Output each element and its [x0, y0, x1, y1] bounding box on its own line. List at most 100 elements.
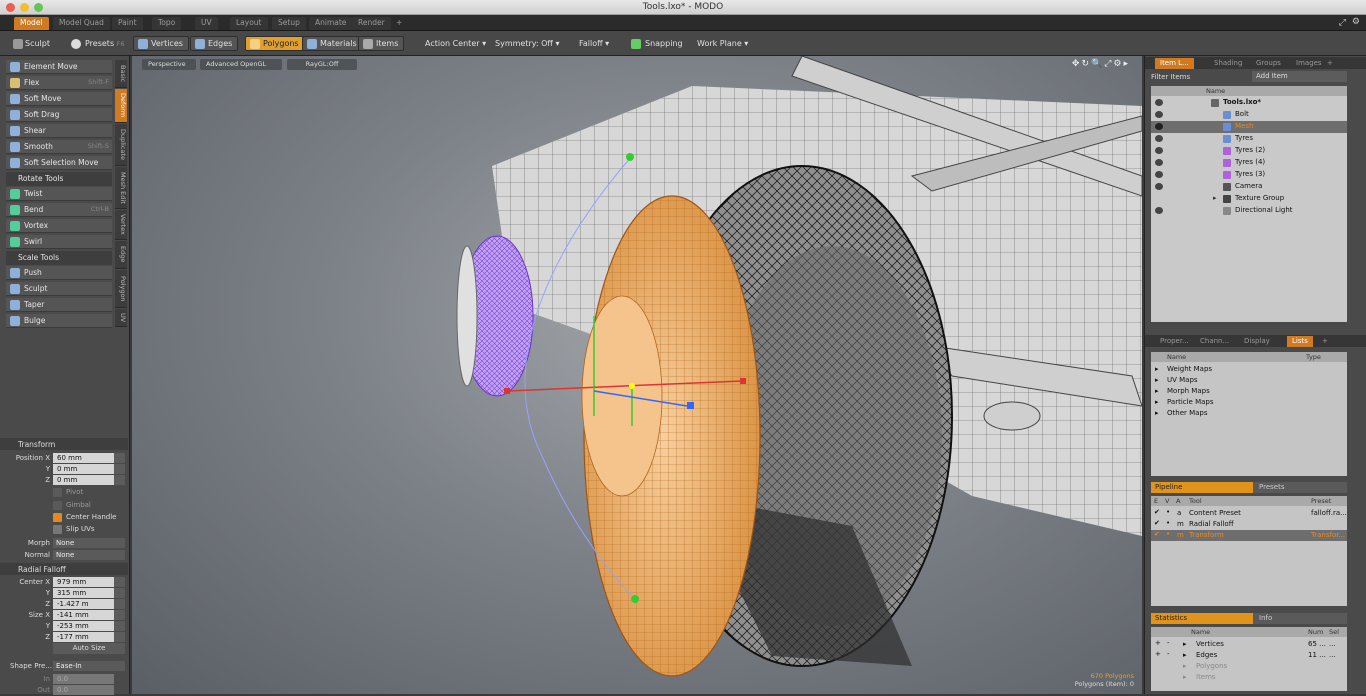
- polygons-mode-button[interactable]: Polygons: [245, 36, 305, 51]
- expand-arrow-icon[interactable]: ▸: [1183, 673, 1187, 681]
- tab-layout[interactable]: Layout: [230, 17, 268, 30]
- materials-mode-button[interactable]: Materials: [302, 36, 363, 51]
- perspective-dropdown[interactable]: Perspective: [142, 59, 196, 70]
- gimbal-checkbox[interactable]: [53, 501, 62, 510]
- visibility-eye-icon[interactable]: [1155, 207, 1163, 214]
- action-center-dropdown[interactable]: Action Center ▾: [418, 36, 492, 51]
- tool-vortex[interactable]: Vortex: [6, 219, 112, 233]
- tab-uv-tools[interactable]: UV: [115, 309, 127, 327]
- work-plane-dropdown[interactable]: Work Plane ▾: [690, 36, 754, 51]
- tab-paint[interactable]: Paint: [112, 17, 143, 30]
- tool-bulge[interactable]: Bulge: [6, 314, 112, 328]
- sculpt-button[interactable]: Sculpt: [4, 36, 56, 51]
- tab-render[interactable]: Render: [352, 17, 391, 30]
- tool-smooth[interactable]: Smooth Shift-S: [6, 140, 112, 154]
- presets-button[interactable]: Presets F6: [64, 36, 131, 51]
- auto-size-button[interactable]: Auto Size: [53, 643, 125, 654]
- expand-arrow-icon[interactable]: ▸: [1155, 387, 1159, 395]
- tab-lists[interactable]: Lists: [1287, 336, 1313, 347]
- visible-dot-icon[interactable]: •: [1166, 508, 1170, 516]
- symmetry-dropdown[interactable]: Symmetry: Off ▾: [488, 36, 566, 51]
- size-z-reset[interactable]: [114, 632, 125, 642]
- visible-dot-icon[interactable]: •: [1166, 530, 1170, 538]
- edges-mode-button[interactable]: Edges: [190, 36, 239, 51]
- tab-groups[interactable]: Groups: [1251, 58, 1286, 69]
- in-field[interactable]: 0.0: [53, 674, 114, 684]
- tree-item-tyres-2[interactable]: Tyres (2): [1151, 145, 1347, 157]
- tool-element-move[interactable]: Element Move: [6, 60, 112, 74]
- slip-uvs-checkbox[interactable]: [53, 525, 62, 534]
- visible-dot-icon[interactable]: •: [1166, 519, 1170, 527]
- pipeline-row[interactable]: ✔ • a Content Preset falloff.ra...: [1151, 508, 1347, 519]
- tool-soft-move[interactable]: Soft Move: [6, 92, 112, 106]
- tab-model[interactable]: Model: [14, 17, 49, 30]
- tab-duplicate[interactable]: Duplicate: [115, 124, 127, 166]
- tab-vertex[interactable]: Vertex: [115, 210, 127, 240]
- morph-dropdown[interactable]: None: [53, 538, 125, 548]
- tab-animate[interactable]: Animate: [309, 17, 353, 30]
- expand-arrow-icon[interactable]: ▸: [1155, 409, 1159, 417]
- position-z-reset[interactable]: [114, 475, 125, 485]
- transform-header[interactable]: Transform: [0, 438, 128, 450]
- tree-item-mesh[interactable]: Mesh: [1151, 121, 1347, 133]
- tool-soft-drag[interactable]: Soft Drag: [6, 108, 112, 122]
- expand-arrow-icon[interactable]: ▸: [1183, 640, 1187, 648]
- enable-check-icon[interactable]: ✔: [1154, 530, 1160, 538]
- rotate-tools-header[interactable]: Rotate Tools: [6, 172, 112, 186]
- snapping-button[interactable]: Snapping: [626, 36, 689, 51]
- statistics-row[interactable]: ▸ Polygons: [1151, 661, 1347, 672]
- visibility-eye-icon[interactable]: [1155, 99, 1163, 106]
- position-x-reset[interactable]: [114, 453, 125, 463]
- tab-edge[interactable]: Edge: [115, 241, 127, 269]
- tab-info[interactable]: Info: [1259, 614, 1272, 622]
- tab-polygon[interactable]: Polygon: [115, 270, 127, 308]
- tab-topo[interactable]: Topo: [152, 17, 182, 30]
- size-x-field[interactable]: -141 mm: [53, 610, 114, 620]
- expand-arrow-icon[interactable]: ▸: [1213, 194, 1217, 202]
- tool-push[interactable]: Push: [6, 266, 112, 280]
- tab-presets[interactable]: Presets: [1259, 483, 1284, 491]
- center-y-field[interactable]: 315 mm: [53, 588, 114, 598]
- center-z-reset[interactable]: [114, 599, 125, 609]
- visibility-eye-icon[interactable]: [1155, 171, 1163, 178]
- center-z-field[interactable]: -1.427 m: [53, 599, 114, 609]
- tab-model-quad[interactable]: Model Quad: [53, 17, 110, 30]
- gear-icon[interactable]: ⚙: [1352, 17, 1360, 27]
- tab-channels[interactable]: Chann...: [1195, 336, 1234, 347]
- size-x-reset[interactable]: [114, 610, 125, 620]
- expand-arrow-icon[interactable]: ▸: [1183, 651, 1187, 659]
- pipeline-row-selected[interactable]: ✔ • m Transform Transfor...: [1151, 530, 1347, 541]
- position-x-field[interactable]: 60 mm: [53, 453, 114, 463]
- size-z-field[interactable]: -177 mm: [53, 632, 114, 642]
- center-handle-checkbox[interactable]: [53, 513, 62, 522]
- center-x-reset[interactable]: [114, 577, 125, 587]
- statistics-row[interactable]: + - ▸ Vertices 65 ......: [1151, 639, 1347, 650]
- 3d-viewport[interactable]: Perspective Advanced OpenGL RayGL:Off ✥↻…: [132, 56, 1142, 694]
- visibility-eye-icon[interactable]: [1155, 159, 1163, 166]
- statistics-row[interactable]: ▸ Items: [1151, 672, 1347, 683]
- list-item[interactable]: ▸ Weight Maps: [1151, 364, 1347, 375]
- tree-item-scene[interactable]: Tools.lxo*: [1151, 97, 1347, 109]
- tool-bend[interactable]: Bend Ctrl-B: [6, 203, 112, 217]
- tab-display[interactable]: Display: [1239, 336, 1275, 347]
- items-mode-button[interactable]: Items: [358, 36, 405, 51]
- normal-dropdown[interactable]: None: [53, 550, 125, 560]
- tab-mesh-edit[interactable]: Mesh Edit: [115, 167, 127, 209]
- visibility-eye-icon[interactable]: [1155, 123, 1163, 130]
- enable-check-icon[interactable]: ✔: [1154, 519, 1160, 527]
- visibility-eye-icon[interactable]: [1155, 183, 1163, 190]
- visibility-eye-icon[interactable]: [1155, 111, 1163, 118]
- tool-swirl[interactable]: Swirl: [6, 235, 112, 249]
- shape-preset-dropdown[interactable]: Ease-In: [53, 661, 125, 671]
- tool-shear[interactable]: Shear: [6, 124, 112, 138]
- viewport-navigation-icons[interactable]: ✥↻🔍⤢⚙▸: [1072, 59, 1130, 69]
- tree-item-camera[interactable]: Camera: [1151, 181, 1347, 193]
- tab-uv[interactable]: UV: [195, 17, 218, 30]
- visibility-eye-icon[interactable]: [1155, 135, 1163, 142]
- position-z-field[interactable]: 0 mm: [53, 475, 114, 485]
- tab-add-items[interactable]: +: [1322, 58, 1338, 69]
- tree-item-tyres-4[interactable]: Tyres (4): [1151, 157, 1347, 169]
- expand-icon[interactable]: ⤢: [1339, 18, 1346, 28]
- tab-add-properties[interactable]: +: [1317, 336, 1333, 347]
- tree-item-tyres[interactable]: Tyres: [1151, 133, 1347, 145]
